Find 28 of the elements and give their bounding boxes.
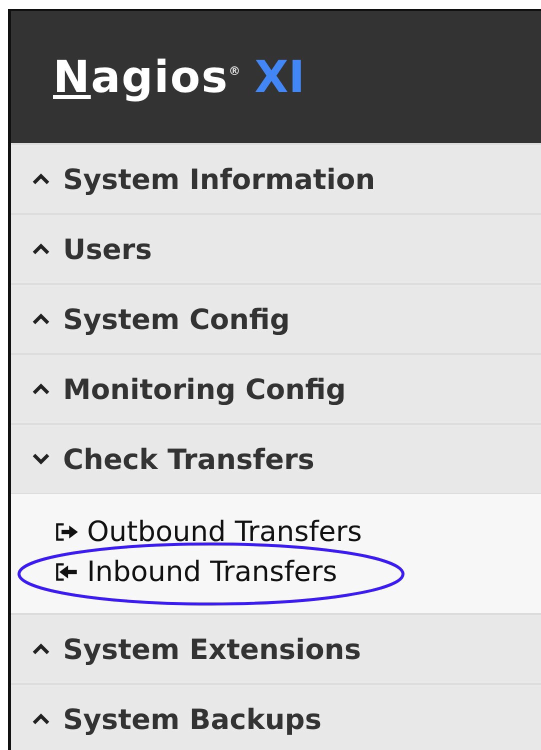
- section-header[interactable]: System Extensions: [11, 613, 541, 683]
- section-header[interactable]: Check Transfers: [11, 423, 541, 493]
- section-header[interactable]: System Information: [11, 143, 541, 213]
- registered-mark: ®: [228, 64, 241, 78]
- logo-product: XI: [254, 52, 305, 102]
- section-header[interactable]: System Backups: [11, 683, 541, 750]
- chevron-down-icon: [31, 452, 51, 466]
- chevron-up-icon: [31, 242, 51, 256]
- section-header[interactable]: Users: [11, 213, 541, 283]
- section-label: Users: [63, 232, 152, 266]
- section-header[interactable]: Monitoring Config: [11, 353, 541, 423]
- submenu-link[interactable]: Inbound Transfers: [55, 554, 541, 590]
- chevron-up-icon: [31, 642, 51, 656]
- section-label: Check Transfers: [63, 442, 314, 476]
- chevron-up-icon: [31, 382, 51, 396]
- arrow-right-icon: [55, 522, 79, 542]
- section-label: Monitoring Config: [63, 372, 346, 406]
- chevron-up-icon: [31, 172, 51, 186]
- section-label: System Information: [63, 162, 376, 196]
- section-header[interactable]: System Config: [11, 283, 541, 353]
- chevron-up-icon: [31, 312, 51, 326]
- submenu-link[interactable]: Outbound Transfers: [55, 514, 541, 550]
- section-label: System Backups: [63, 702, 322, 736]
- section-label: System Extensions: [63, 632, 361, 666]
- chevron-up-icon: [31, 712, 51, 726]
- arrow-left-icon: [55, 562, 79, 582]
- section-label: System Config: [63, 302, 290, 336]
- logo-name: Nagios: [53, 52, 229, 102]
